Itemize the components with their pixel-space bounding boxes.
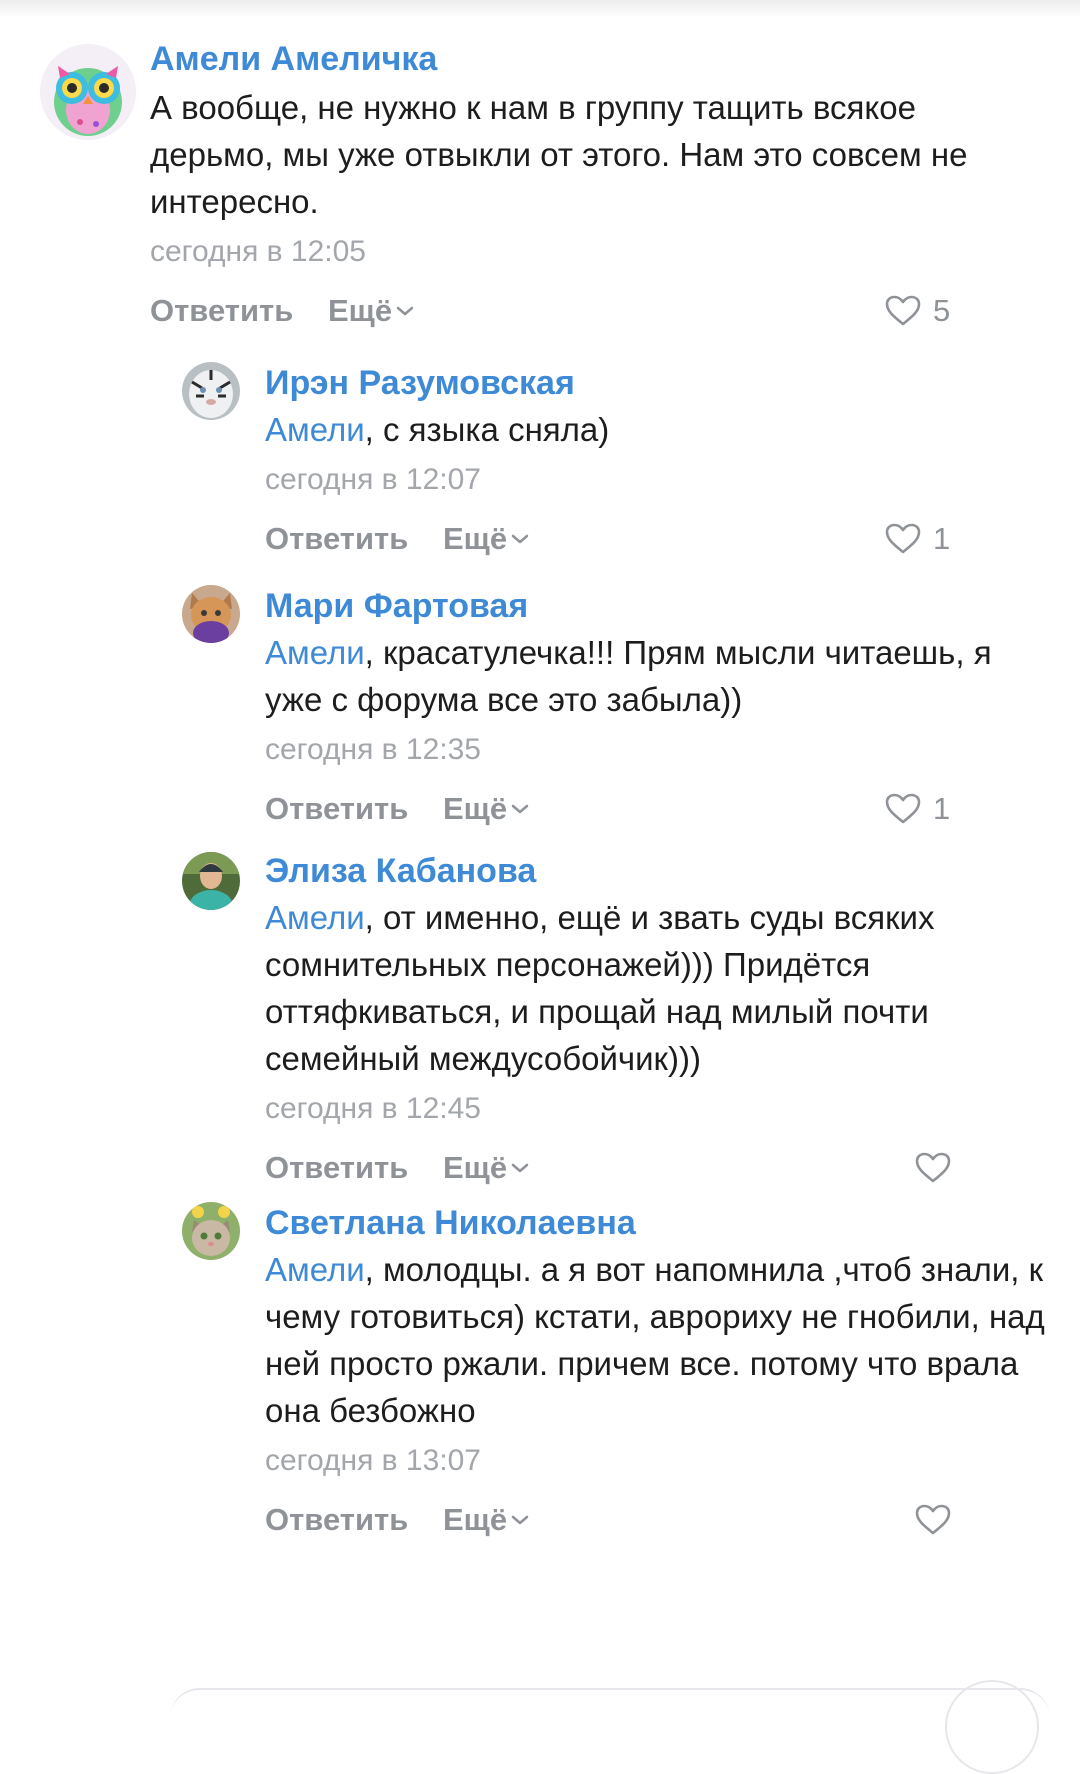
chevron-down-icon (511, 1163, 529, 1173)
avatar[interactable] (182, 362, 240, 420)
comment-author[interactable]: Мари Фартовая (265, 583, 1045, 629)
heart-icon (885, 523, 921, 554)
more-button[interactable]: Ещё (443, 1494, 529, 1546)
like-button[interactable] (915, 1498, 963, 1542)
like-button[interactable]: 5 (885, 289, 950, 333)
reply-button[interactable]: Ответить (265, 1494, 408, 1546)
owl-avatar-icon (40, 44, 136, 140)
kitten-avatar-icon (182, 1202, 240, 1260)
comment-time[interactable]: сегодня в 13:07 (265, 1440, 1055, 1482)
like-button[interactable]: 1 (885, 787, 950, 831)
comment-text: Амели, красатулечка!!! Прям мысли читаеш… (265, 629, 1045, 723)
comment-text: Амели, с языка сняла) (265, 406, 1045, 453)
more-button[interactable]: Ещё (443, 783, 529, 835)
comment-actions: Ответить Ещё (265, 1142, 1055, 1194)
comment-text-content: , красатулечка!!! Прям мысли читаешь, я … (265, 634, 992, 718)
chevron-down-icon (511, 534, 529, 544)
like-count: 1 (933, 791, 951, 826)
avatar[interactable] (40, 44, 136, 140)
chevron-down-icon (511, 1515, 529, 1525)
comment-text: Амели, молодцы. а я вот напомнила ,чтоб … (265, 1246, 1055, 1434)
more-label: Ещё (443, 521, 508, 556)
like-count: 1 (933, 521, 951, 556)
reply-button[interactable]: Ответить (265, 783, 408, 835)
comment-body: Мари Фартовая Амели, красатулечка!!! Пря… (265, 583, 1045, 835)
cat-avatar-icon (182, 585, 240, 643)
comment-mention-link[interactable]: Амели (265, 899, 365, 936)
more-button[interactable]: Ещё (443, 513, 529, 565)
comment-body: Ирэн Разумовская Амели, с языка сняла) с… (265, 360, 1045, 565)
like-button[interactable] (915, 1146, 963, 1190)
more-label: Ещё (443, 1502, 508, 1537)
comment-body: Элиза Кабанова Амели, от именно, ещё и з… (265, 848, 1055, 1194)
like-button[interactable]: 1 (885, 517, 950, 561)
avatar[interactable] (182, 1202, 240, 1260)
comment-actions: Ответить Ещё (265, 1494, 1055, 1546)
comment-time[interactable]: сегодня в 12:45 (265, 1088, 1055, 1130)
comment-body: Светлана Николаевна Амели, молодцы. а я … (265, 1200, 1055, 1546)
more-label: Ещё (328, 293, 393, 328)
comment-text: А вообще, не нужно к нам в группу тащить… (150, 84, 1030, 225)
comment-author[interactable]: Ирэн Разумовская (265, 360, 1045, 406)
more-label: Ещё (443, 1150, 508, 1185)
like-count: 5 (933, 293, 951, 328)
comment-text-content: , с языка сняла) (364, 411, 610, 448)
send-button-edge[interactable] (945, 1680, 1039, 1774)
comment-text-content: , от именно, ещё и звать суды всяких сом… (265, 899, 935, 1077)
comment-time[interactable]: сегодня в 12:05 (150, 231, 1030, 273)
top-shadow-bar (0, 0, 1080, 18)
heart-icon (915, 1504, 951, 1535)
comment-time[interactable]: сегодня в 12:07 (265, 459, 1045, 501)
comment-actions: Ответить Ещё 5 (150, 285, 1030, 337)
comment-mention-link[interactable]: Амели (265, 411, 365, 448)
comment-author[interactable]: Элиза Кабанова (265, 848, 1055, 894)
more-label: Ещё (443, 791, 508, 826)
chevron-down-icon (396, 306, 414, 316)
more-button[interactable]: Ещё (328, 285, 414, 337)
reply-button[interactable]: Ответить (265, 1142, 408, 1194)
tiger-avatar-icon (182, 362, 240, 420)
reply-button[interactable]: Ответить (150, 285, 293, 337)
heart-icon (915, 1152, 951, 1183)
comment-body: Амели Амеличка А вообще, не нужно к нам … (150, 36, 1030, 337)
comment-author[interactable]: Светлана Николаевна (265, 1200, 1055, 1246)
chevron-down-icon (511, 804, 529, 814)
comment-mention-link[interactable]: Амели (265, 1251, 365, 1288)
comment-actions: Ответить Ещё 1 (265, 783, 1045, 835)
heart-icon (885, 295, 921, 326)
comment-text-content: А вообще, не нужно к нам в группу тащить… (150, 89, 968, 220)
comment-mention-link[interactable]: Амели (265, 634, 365, 671)
comment-actions: Ответить Ещё 1 (265, 513, 1045, 565)
comment-input-edge[interactable] (170, 1688, 1050, 1750)
avatar[interactable] (182, 585, 240, 643)
heart-icon (885, 793, 921, 824)
comment-time[interactable]: сегодня в 12:35 (265, 729, 1045, 771)
comment-text-content: , молодцы. а я вот напомнила ,чтоб знали… (265, 1251, 1045, 1429)
reply-button[interactable]: Ответить (265, 513, 408, 565)
comment-author[interactable]: Амели Амеличка (150, 36, 1030, 82)
avatar[interactable] (182, 852, 240, 910)
person-avatar-icon (182, 852, 240, 910)
more-button[interactable]: Ещё (443, 1142, 529, 1194)
comment-text: Амели, от именно, ещё и звать суды всяки… (265, 894, 1055, 1082)
